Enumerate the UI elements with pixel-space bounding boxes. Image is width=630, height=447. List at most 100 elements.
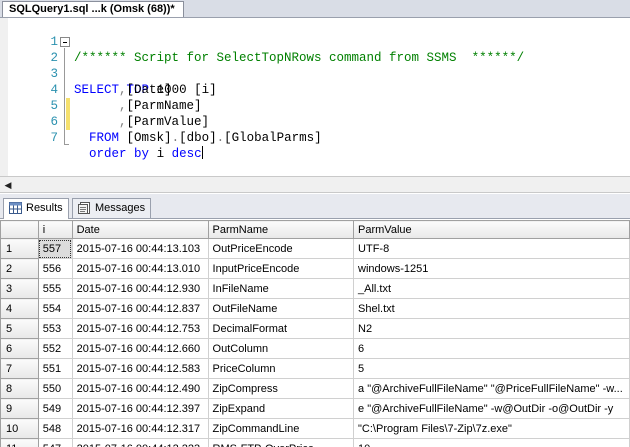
cell-i[interactable]: 552 [37, 338, 73, 359]
row-header[interactable]: 5 [0, 318, 39, 339]
cell-parmname[interactable]: ZipCompress [207, 378, 355, 399]
code-line-4: 4 ,[ParmName] [0, 66, 630, 113]
row-header[interactable]: 3 [0, 278, 39, 299]
table-row[interactable]: 3 555 2015-07-16 00:44:12.930 InFileName _Al… [0, 278, 630, 299]
code-line-3: 3 ,[Date] [0, 50, 630, 97]
table-row[interactable]: 10 548 2015-07-16 00:44:12.317 ZipCommandLi… [0, 418, 630, 439]
cell-i[interactable]: 549 [37, 398, 73, 419]
column-header-i[interactable]: i [37, 220, 73, 239]
row-header[interactable]: 1 [0, 238, 39, 259]
cell-parmvalue[interactable]: N2 [353, 318, 630, 339]
grid-icon [9, 202, 22, 214]
code-line-5: 5 ,[ParmValue] [0, 82, 630, 129]
row-header[interactable]: 6 [0, 338, 39, 359]
cell-parmvalue[interactable]: windows-1251 [353, 258, 630, 279]
table-row[interactable]: 5 553 2015-07-16 00:44:12.753 DecimalFormat… [0, 318, 630, 339]
results-grid[interactable]: i Date ParmName ParmValue 1 557 2015-07-16… [0, 220, 630, 447]
sql-editor[interactable]: 1 /****** Script for SelectTopNRows comm… [0, 18, 630, 176]
cell-date[interactable]: 2015-07-16 00:44:12.660 [71, 338, 209, 359]
line-number: 7 [50, 131, 58, 145]
cell-date[interactable]: 2015-07-16 00:44:12.583 [71, 358, 209, 379]
cell-date[interactable]: 2015-07-16 00:44:12.930 [71, 278, 209, 299]
cell-i[interactable]: 547 [37, 438, 73, 447]
cell-parmvalue[interactable]: 10 [353, 438, 630, 447]
cell-i[interactable]: 557 [37, 238, 73, 259]
cell-date[interactable]: 2015-07-16 00:44:12.223 [71, 438, 209, 447]
cell-i[interactable]: 550 [37, 378, 73, 399]
cell-parmvalue[interactable]: e "@ArchiveFullFileName" -w@OutDir -o@Ou… [353, 398, 630, 419]
code-line-7: 7 order by i desc [0, 114, 630, 161]
cell-date[interactable]: 2015-07-16 00:44:12.397 [71, 398, 209, 419]
cell-parmname[interactable]: InFileName [207, 278, 355, 299]
row-header[interactable]: 8 [0, 378, 39, 399]
column-header-date[interactable]: Date [71, 220, 209, 239]
table-row[interactable]: 8 550 2015-07-16 00:44:12.490 ZipCompress a… [0, 378, 630, 399]
tab-results[interactable]: Results [3, 198, 69, 219]
row-header[interactable]: 4 [0, 298, 39, 319]
cell-i[interactable]: 556 [37, 258, 73, 279]
row-header[interactable]: 10 [0, 418, 39, 439]
document-tab[interactable]: SQLQuery1.sql ...k (Omsk (68))* [2, 1, 184, 17]
cell-parmvalue[interactable]: UTF-8 [353, 238, 630, 259]
cell-date[interactable]: 2015-07-16 00:44:12.490 [71, 378, 209, 399]
cell-parmname[interactable]: DecimalFormat [207, 318, 355, 339]
table-row[interactable]: 7 551 2015-07-16 00:44:12.583 PriceColumn 5 [0, 358, 630, 379]
cell-i[interactable]: 554 [37, 298, 73, 319]
row-header[interactable]: 11 [0, 438, 39, 447]
keyword-by: by [134, 147, 150, 161]
column-header-parmvalue[interactable]: ParmValue [353, 220, 630, 239]
cell-parmvalue[interactable]: 6 [353, 338, 630, 359]
cell-parmname[interactable]: OutPriceEncode [207, 238, 355, 259]
table-row[interactable]: 2 556 2015-07-16 00:44:13.010 InputPriceEnc… [0, 258, 630, 279]
dot: . [171, 131, 180, 145]
table-row[interactable]: 4 554 2015-07-16 00:44:12.837 OutFileName Sh… [0, 298, 630, 319]
tab-results-label: Results [26, 202, 63, 214]
cell-parmname[interactable]: PriceColumn [207, 358, 355, 379]
cell-date[interactable]: 2015-07-16 00:44:12.317 [71, 418, 209, 439]
table-row[interactable]: 6 552 2015-07-16 00:44:12.660 OutColumn 6 [0, 338, 630, 359]
identifier-schema: [dbo] [179, 131, 217, 145]
keyword-desc: desc [171, 147, 202, 161]
tab-messages-label: Messages [95, 202, 146, 214]
grid-corner-header[interactable] [0, 220, 39, 239]
cell-parmname[interactable]: ZipExpand [207, 398, 355, 419]
cell-date[interactable]: 2015-07-16 00:44:12.837 [71, 298, 209, 319]
cell-parmname[interactable]: InputPriceEncode [207, 258, 355, 279]
keyword-from: FROM [89, 131, 120, 145]
fold-guide-end [64, 144, 69, 145]
cell-parmname[interactable]: RMS-FTP-OverPrice [207, 438, 355, 447]
cell-parmvalue[interactable]: Shel.txt [353, 298, 630, 319]
code-line-1: 1 /****** Script for SelectTopNRows comm… [0, 18, 630, 65]
identifier-table: [GlobalParms] [224, 131, 322, 145]
cell-i[interactable]: 555 [37, 278, 73, 299]
cell-parmname[interactable]: ZipCommandLine [207, 418, 355, 439]
cell-parmname[interactable]: OutFileName [207, 298, 355, 319]
tab-messages[interactable]: Messages [72, 198, 151, 218]
cell-i[interactable]: 551 [37, 358, 73, 379]
row-header[interactable]: 9 [0, 398, 39, 419]
cell-parmvalue[interactable]: _All.txt [353, 278, 630, 299]
table-row[interactable]: 9 549 2015-07-16 00:44:12.397 ZipExpand e "… [0, 398, 630, 419]
cell-date[interactable]: 2015-07-16 00:44:13.010 [71, 258, 209, 279]
row-header[interactable]: 2 [0, 258, 39, 279]
dot: . [216, 131, 225, 145]
collapse-icon[interactable] [60, 37, 70, 47]
identifier-db: [Omsk] [126, 131, 172, 145]
code-line-2: 2 SELECT TOP 1000 [i] [0, 34, 630, 97]
cell-date[interactable]: 2015-07-16 00:44:13.103 [71, 238, 209, 259]
result-tabs: Results Messages [0, 194, 630, 219]
scroll-left-arrow-icon[interactable]: ◀ [2, 179, 14, 191]
cell-i[interactable]: 548 [37, 418, 73, 439]
document-tab-strip: SQLQuery1.sql ...k (Omsk (68))* [0, 0, 630, 18]
table-row[interactable]: 1 557 2015-07-16 00:44:13.103 OutPriceEncod… [0, 238, 630, 259]
row-header[interactable]: 7 [0, 358, 39, 379]
table-row[interactable]: 115472015-07-16 00:44:12.223RMS-FTP-Over… [0, 438, 630, 447]
cell-i[interactable]: 553 [37, 318, 73, 339]
editor-horizontal-scrollbar[interactable]: ◀ [0, 176, 630, 193]
column-header-parmname[interactable]: ParmName [207, 220, 355, 239]
cell-parmvalue[interactable]: 5 [353, 358, 630, 379]
cell-date[interactable]: 2015-07-16 00:44:12.753 [71, 318, 209, 339]
cell-parmvalue[interactable]: "C:\Program Files\7-Zip\7z.exe" [353, 418, 630, 439]
cell-parmname[interactable]: OutColumn [207, 338, 355, 359]
cell-parmvalue[interactable]: a "@ArchiveFullFileName" "@PriceFullFile… [353, 378, 630, 399]
